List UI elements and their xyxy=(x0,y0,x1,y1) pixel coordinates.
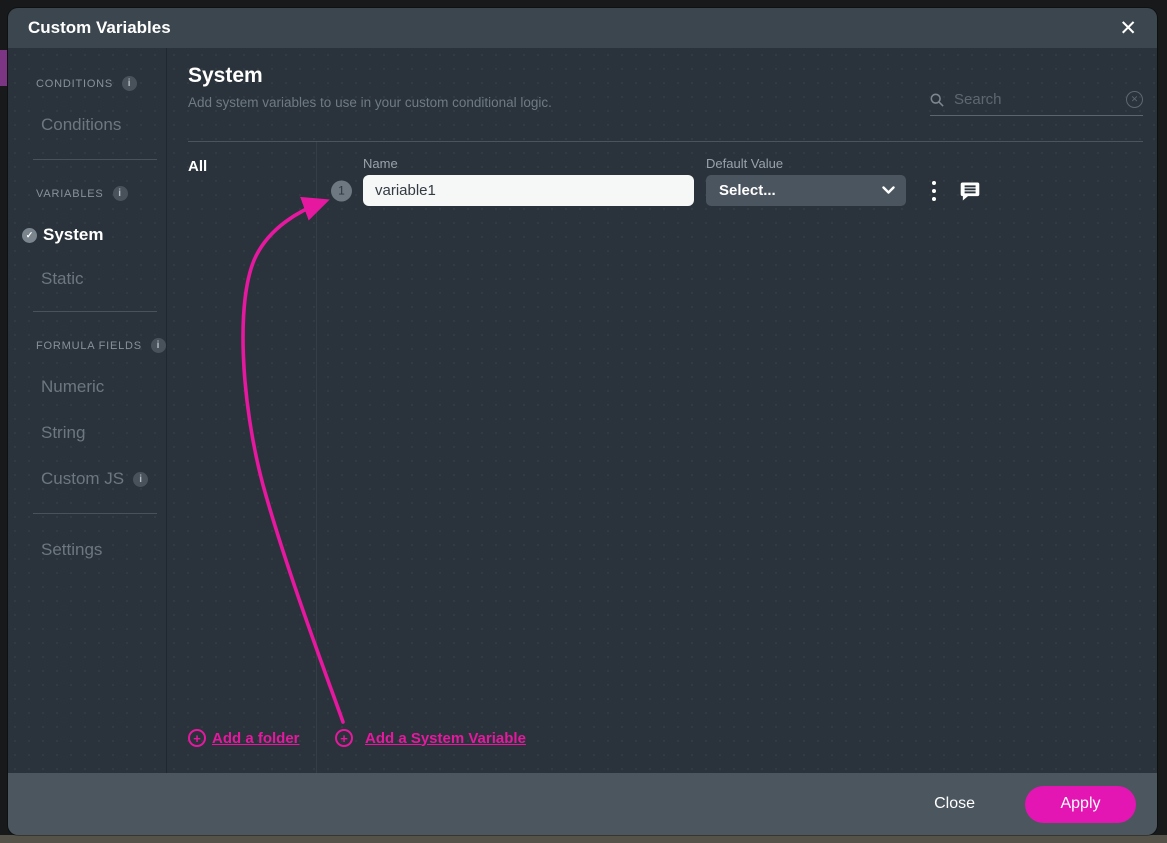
sidebar-section-formula-fields: FORMULA FIELDS i xyxy=(8,338,166,353)
column-headers: Name Default Value xyxy=(363,156,1157,171)
background-app-sliver xyxy=(0,50,7,86)
close-icon[interactable]: ✕ xyxy=(1119,18,1137,39)
main-header: System Add system variables to use in yo… xyxy=(167,48,1157,142)
check-icon: ✓ xyxy=(22,228,37,243)
clear-search-icon[interactable]: ✕ xyxy=(1126,91,1143,108)
search-icon xyxy=(930,93,944,107)
sidebar-item-numeric[interactable]: Numeric xyxy=(8,377,166,397)
comment-icon[interactable] xyxy=(958,179,982,203)
sidebar-item-static[interactable]: Static xyxy=(8,269,166,289)
sidebar-divider xyxy=(33,311,157,312)
sidebar-divider xyxy=(33,159,157,160)
info-icon[interactable]: i xyxy=(122,76,137,91)
variables-panel: Name Default Value 1 Select... xyxy=(317,142,1157,773)
background-bottom-strip xyxy=(0,835,1167,843)
default-value-select[interactable]: Select... xyxy=(706,175,906,206)
name-column-header: Name xyxy=(363,156,694,171)
page-title: System xyxy=(188,64,1143,88)
main-area: System Add system variables to use in yo… xyxy=(167,48,1157,773)
variable-row: 1 Select... xyxy=(363,175,1157,206)
sidebar-item-system[interactable]: ✓ System xyxy=(8,225,166,245)
step-badge: 1 xyxy=(331,180,352,201)
sidebar-section-variables: VARIABLES i xyxy=(8,186,166,201)
row-menu-button[interactable] xyxy=(930,179,938,203)
custom-variables-modal: Custom Variables ✕ CONDITIONS i Conditio… xyxy=(8,8,1157,835)
sidebar-item-conditions[interactable]: Conditions xyxy=(8,115,166,135)
sidebar-section-conditions: CONDITIONS i xyxy=(8,76,166,91)
folder-all[interactable]: All xyxy=(188,158,316,175)
apply-button[interactable]: Apply xyxy=(1025,786,1136,823)
sidebar-divider xyxy=(33,513,157,514)
sidebar-item-settings[interactable]: Settings xyxy=(8,540,166,560)
close-button[interactable]: Close xyxy=(928,794,981,814)
folders-panel: All + Add a folder xyxy=(167,142,317,773)
page-background: Custom Variables ✕ CONDITIONS i Conditio… xyxy=(0,0,1167,843)
add-folder-button[interactable]: + Add a folder xyxy=(188,729,316,747)
info-icon[interactable]: i xyxy=(133,472,148,487)
plus-icon: + xyxy=(188,729,206,747)
modal-footer: Close Apply xyxy=(8,773,1157,835)
sidebar-item-string[interactable]: String xyxy=(8,423,166,443)
sidebar-item-custom-js[interactable]: Custom JS i xyxy=(8,469,166,489)
modal-titlebar: Custom Variables ✕ xyxy=(8,8,1157,48)
variable-name-input[interactable] xyxy=(363,175,694,206)
chevron-down-icon xyxy=(882,186,895,195)
search-box: ✕ xyxy=(930,90,1143,116)
modal-title: Custom Variables xyxy=(28,18,171,38)
sidebar: CONDITIONS i Conditions VARIABLES i ✓ Sy… xyxy=(8,48,167,773)
info-icon[interactable]: i xyxy=(151,338,166,353)
plus-icon: + xyxy=(335,729,353,747)
info-icon[interactable]: i xyxy=(113,186,128,201)
add-system-variable-button[interactable]: + Add a System Variable xyxy=(335,729,526,747)
default-value-column-header: Default Value xyxy=(706,156,783,171)
search-input[interactable] xyxy=(952,90,1118,109)
